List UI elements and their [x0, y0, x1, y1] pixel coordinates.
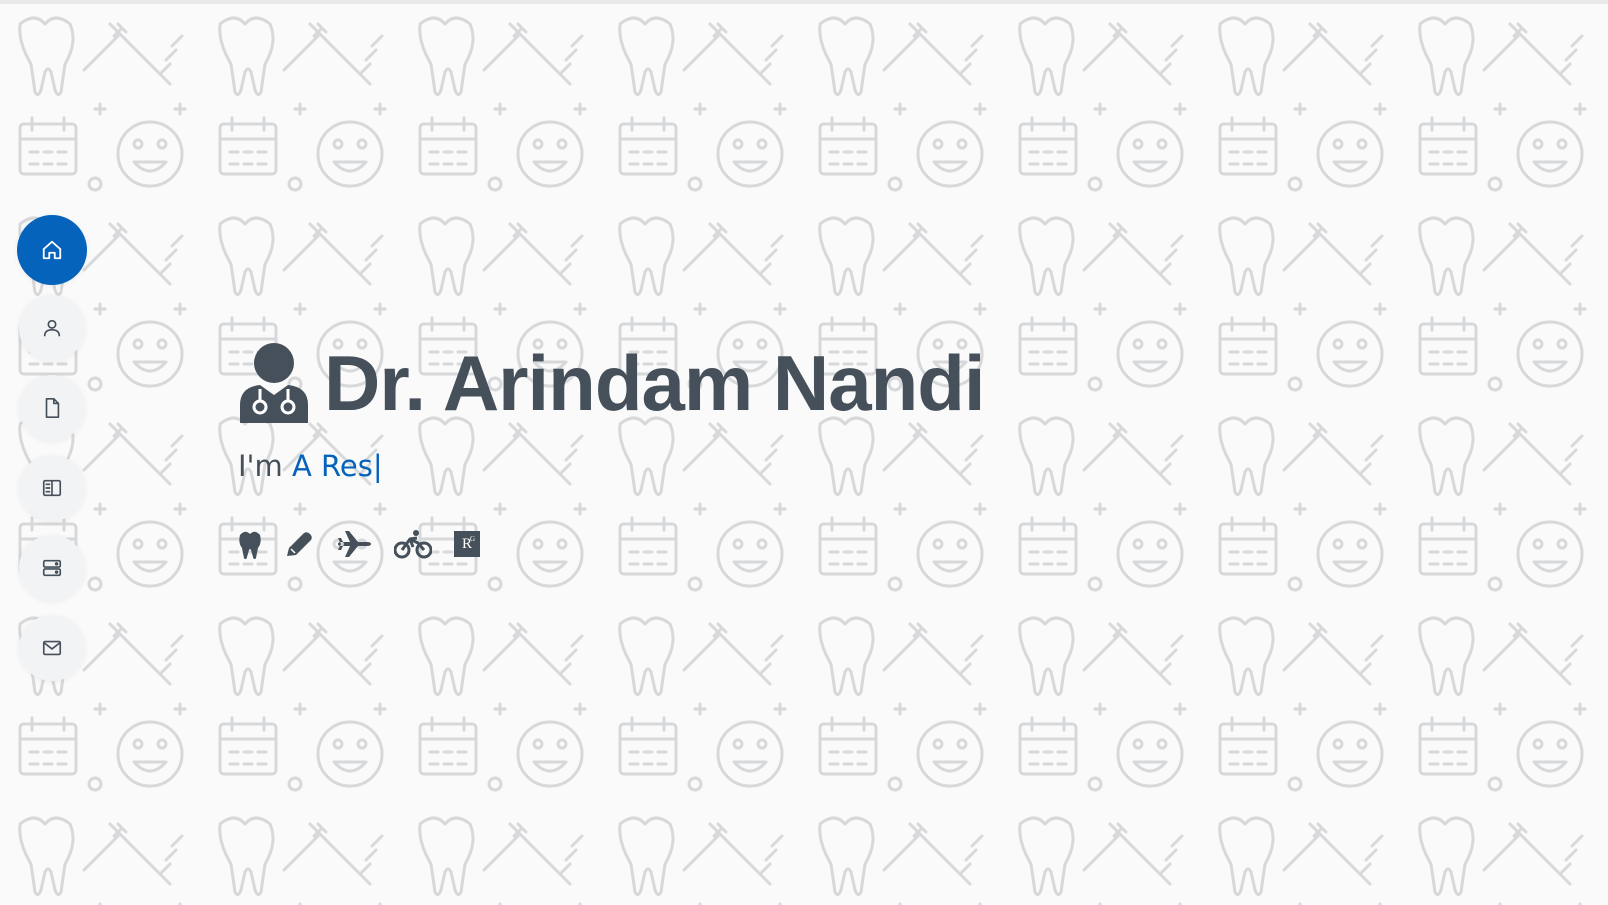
- person-icon: [43, 319, 61, 337]
- pencil-icon: [287, 532, 312, 556]
- nav-contact-button[interactable]: [19, 615, 85, 681]
- nav-services-button[interactable]: [19, 535, 85, 601]
- hero-title-row: Dr. Arindam Nandi: [238, 339, 986, 427]
- airplane-icon: [338, 531, 371, 557]
- researchgate-icon: RG: [454, 531, 480, 557]
- typed-cursor: |: [372, 449, 383, 483]
- nav-portfolio-button[interactable]: [19, 455, 85, 521]
- hero-typed-text: A Res: [292, 449, 373, 483]
- social-links: RG: [238, 527, 985, 561]
- hero-subtitle-prefix: I'm: [238, 449, 283, 483]
- tooth-icon: [239, 531, 261, 559]
- side-nav: [17, 215, 89, 695]
- nav-resume-button[interactable]: [19, 375, 85, 441]
- file-icon: [45, 398, 60, 418]
- book-half-icon: [42, 479, 62, 497]
- bicycle-icon: [394, 530, 432, 559]
- nav-about-button[interactable]: [19, 295, 85, 361]
- pencil-link[interactable]: [284, 527, 314, 561]
- bicycle-link[interactable]: [394, 527, 432, 561]
- home-icon: [42, 240, 62, 260]
- doctor-icon: [240, 343, 308, 423]
- researchgate-link[interactable]: RG: [454, 527, 480, 561]
- airplane-link[interactable]: [336, 527, 372, 561]
- server-icon: [42, 559, 62, 577]
- nav-home-button[interactable]: [17, 215, 87, 285]
- hero-section: Dr. Arindam Nandi I'm A Res| R G: [238, 339, 986, 561]
- envelope-icon: [42, 640, 62, 656]
- researchgate-sup: G: [469, 535, 475, 543]
- hero-name: Dr. Arindam Nandi: [324, 339, 986, 427]
- hero-subtitle: I'm A Res|: [238, 449, 985, 483]
- tooth-link[interactable]: [238, 527, 262, 561]
